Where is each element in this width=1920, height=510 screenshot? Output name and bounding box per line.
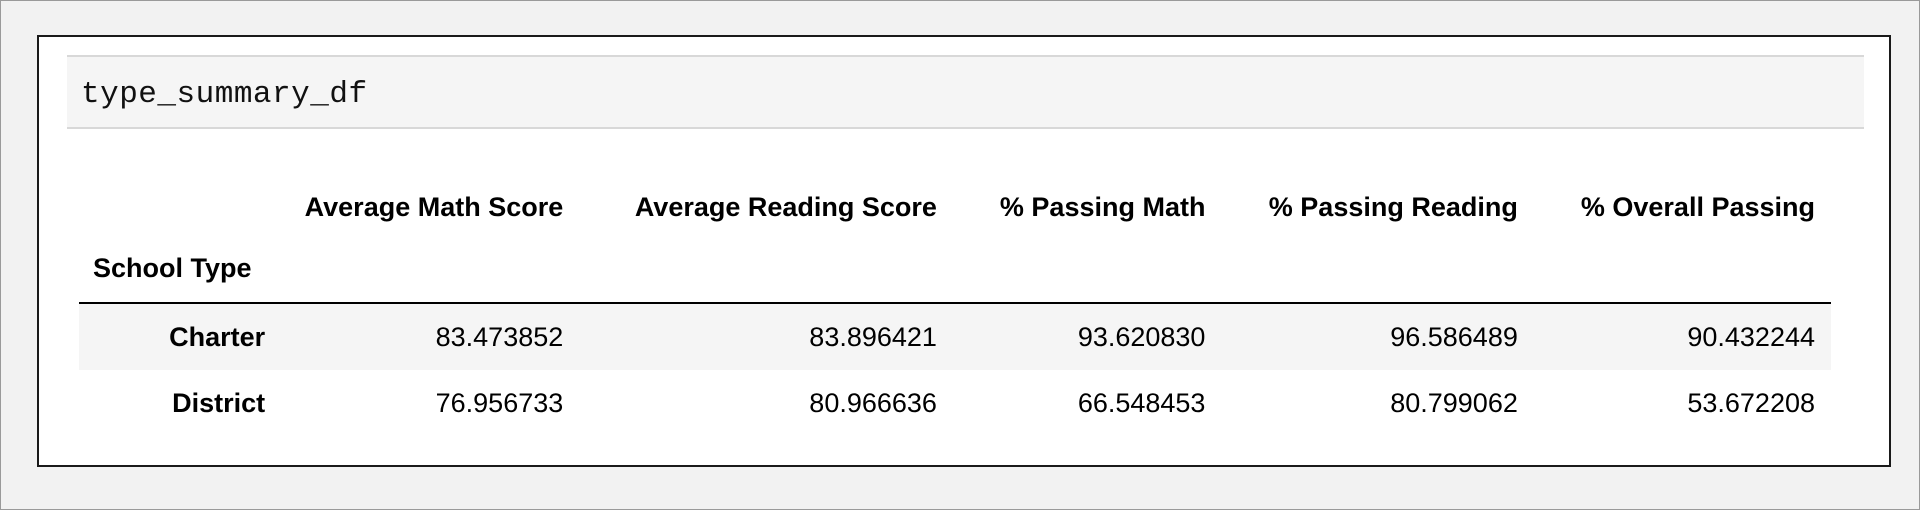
table-row: Charter 83.473852 83.896421 93.620830 96… [79, 303, 1831, 370]
column-header: % Passing Reading [1268, 191, 1518, 222]
table-cell: 80.799062 [1390, 388, 1518, 418]
table-cell: 66.548453 [1077, 388, 1206, 418]
table-cell: 83.473852 [435, 321, 564, 352]
column-header: Average Reading Score [634, 191, 937, 222]
empty-header-cell [1533, 235, 1831, 304]
table-cell: 93.620830 [1077, 321, 1206, 352]
table-cell: 80.966636 [809, 388, 937, 418]
column-header: % Overall Passing [1580, 191, 1815, 222]
row-index-label: Charter [169, 321, 266, 352]
empty-header-cell [579, 235, 953, 304]
empty-header-cell [281, 235, 580, 304]
column-header-row: Average Math Score Average Reading Score… [79, 179, 1831, 235]
dataframe-table: Average Math Score Average Reading Score… [79, 179, 1831, 437]
table-cell: 76.956733 [435, 388, 564, 418]
corner-cell [79, 179, 281, 235]
output-area: Average Math Score Average Reading Score… [79, 179, 1831, 437]
table-row: District 76.956733 80.966636 66.548453 8… [79, 370, 1831, 437]
empty-header-cell [952, 235, 1222, 304]
column-header: % Passing Math [999, 191, 1206, 222]
table-cell: 90.432244 [1687, 321, 1815, 352]
code-input-cell[interactable]: type_summary_df [67, 55, 1864, 129]
table-cell: 53.672208 [1687, 388, 1815, 418]
index-name-row: School Type [79, 235, 1831, 304]
notebook-cell-panel: type_summary_df Average Math Score Avera… [37, 35, 1891, 467]
table-cell: 83.896421 [809, 321, 937, 352]
row-index-label: District [172, 388, 266, 418]
column-header: Average Math Score [304, 191, 564, 222]
index-name: School Type [79, 235, 282, 304]
code-input-text[interactable]: type_summary_df [81, 77, 368, 112]
empty-header-cell [1221, 235, 1534, 304]
table-cell: 96.586489 [1390, 321, 1518, 352]
